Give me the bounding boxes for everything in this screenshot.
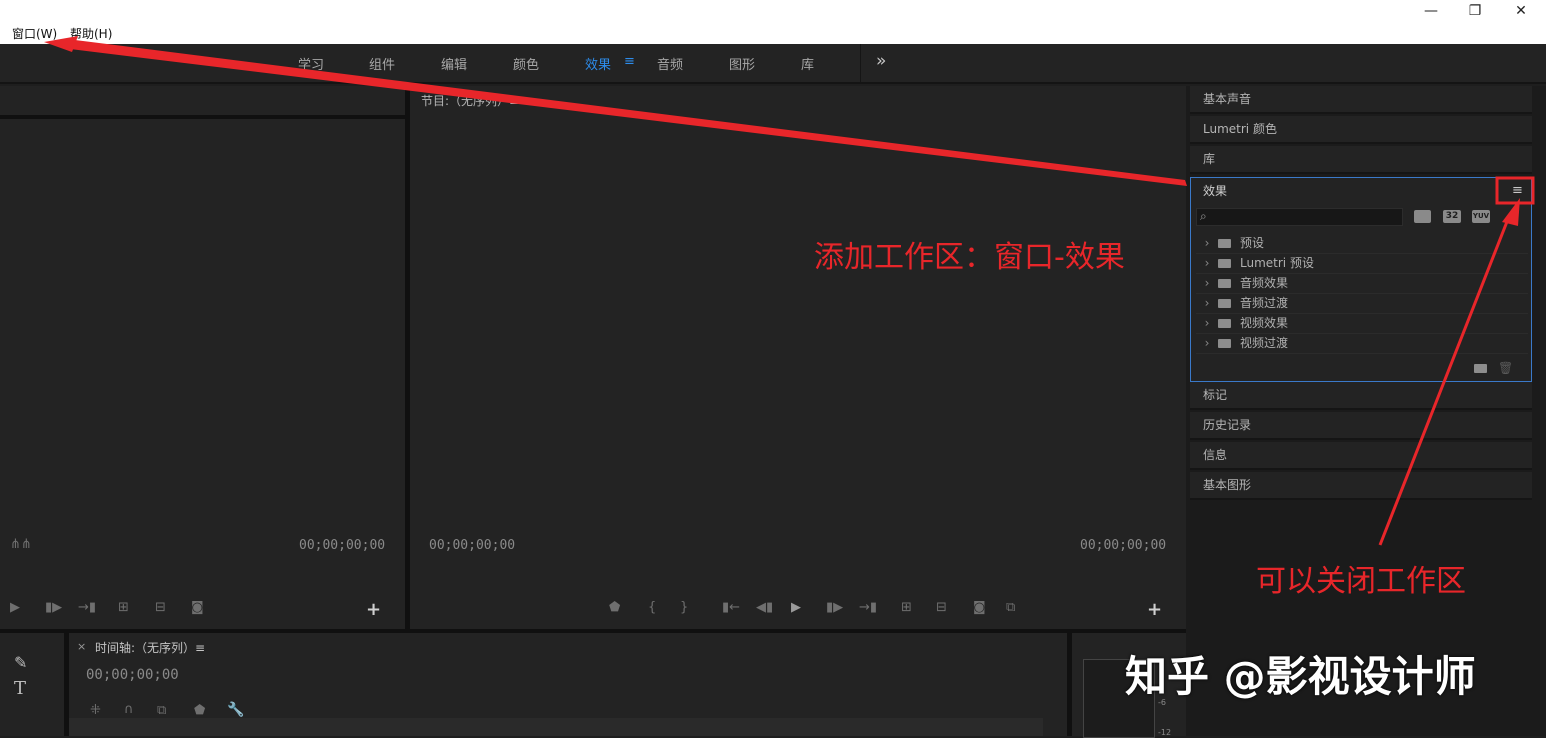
- arrow-shaft-to-panel-menu: [1378, 213, 1512, 546]
- annotation-overlay: [44, 36, 1535, 546]
- annotation-add-workspace: 添加工作区：窗口-效果: [814, 240, 1125, 275]
- annotation-close-workspace: 可以关闭工作区: [1256, 564, 1466, 599]
- menu-highlight-box: [1495, 176, 1535, 205]
- arrow-head-icon: [44, 36, 78, 52]
- arrow-shaft-to-window-menu: [62, 40, 1187, 186]
- watermark: 知乎 @影视设计师: [1125, 652, 1476, 701]
